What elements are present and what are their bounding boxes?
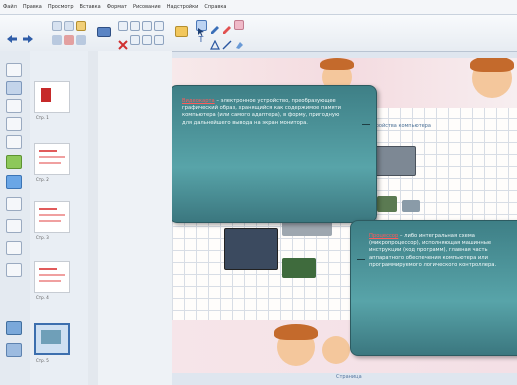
page-thumbnail-3[interactable] [34, 201, 70, 233]
line-tool-icon[interactable] [222, 35, 232, 50]
attachments-icon[interactable] [6, 99, 22, 113]
eraser-icon[interactable] [234, 20, 244, 30]
cartoon-child-head [322, 336, 350, 364]
menu-view[interactable]: Просмотр [48, 4, 74, 10]
thumb-line [39, 280, 61, 282]
slide-canvas[interactable]: Устройства компьютера Видеокарта – элект… [172, 58, 517, 373]
menu-bar: Файл Правка Просмотр Вставка Формат Рисо… [0, 0, 517, 15]
workspace-margin [98, 51, 172, 385]
menu-help[interactable]: Справка [204, 4, 226, 10]
page-next-icon[interactable] [76, 35, 86, 45]
thumb-label: Стр. 1 [36, 115, 49, 120]
callout-marker [362, 124, 370, 125]
footer-label: Страница [336, 374, 362, 380]
shape-tool-icon[interactable] [210, 35, 220, 50]
delete-icon[interactable] [118, 35, 128, 50]
thumb-label: Стр. 2 [36, 177, 49, 182]
fill-tool-icon[interactable] [234, 35, 244, 49]
thumb-image [41, 330, 61, 344]
zoom-icon[interactable] [154, 21, 164, 31]
grid-icon[interactable] [142, 35, 152, 45]
thumb-line [39, 214, 65, 216]
thumb-line [39, 268, 57, 270]
page-sorter-icon[interactable] [6, 63, 22, 77]
table-icon[interactable] [118, 21, 128, 31]
lines-side-icon[interactable] [6, 241, 22, 255]
thumb-line [39, 156, 65, 158]
cartoon-child-hair [320, 58, 354, 70]
forward-arrow-icon[interactable] [22, 28, 34, 43]
open-icon[interactable] [76, 21, 86, 31]
gallery-icon[interactable] [6, 81, 22, 95]
motherboard-image [224, 228, 278, 270]
cartoon-child-hair [470, 58, 514, 72]
blue-tool-icon[interactable] [6, 175, 22, 189]
menu-format[interactable]: Формат [107, 4, 127, 10]
screen-icon[interactable] [97, 27, 111, 37]
callout-marker [357, 259, 365, 260]
select-arrow-icon[interactable] [196, 20, 207, 36]
collapse-side-icon[interactable] [6, 343, 22, 357]
menu-file[interactable]: Файл [3, 4, 17, 10]
page-thumbnail-5-selected[interactable] [34, 323, 70, 355]
properties-icon[interactable] [6, 117, 22, 131]
thumb-line [39, 162, 61, 164]
callout-keyword: Процессор [369, 233, 399, 239]
thumb-line [39, 150, 57, 152]
callout-video-card[interactable]: Видеокарта – электронное устройство, пре… [172, 85, 377, 223]
recorder-icon[interactable] [6, 263, 22, 277]
callout-processor[interactable]: Процессор – либо интегральная схема (мик… [350, 220, 517, 356]
redo-icon[interactable] [64, 21, 74, 31]
chart-icon[interactable] [130, 21, 140, 31]
page-thumbnail-2[interactable] [34, 143, 70, 175]
green-tool-icon[interactable] [6, 155, 22, 169]
page-thumbnails: Стр. 1 Стр. 2 Стр. 3 Стр. 4 Стр. 5 [30, 51, 89, 385]
thumb-label: Стр. 3 [36, 235, 49, 240]
highlighter-icon[interactable] [222, 20, 232, 34]
layout-icon[interactable] [154, 35, 164, 45]
toolbar: T [0, 15, 517, 52]
thumb-label: Стр. 4 [36, 295, 49, 300]
addons-icon[interactable] [6, 135, 22, 149]
memory-image [282, 258, 316, 278]
video-card-image [372, 146, 416, 176]
page-prev-icon[interactable] [52, 35, 62, 45]
page-thumbnail-4[interactable] [34, 261, 70, 293]
page-add-icon[interactable] [64, 35, 74, 45]
settings-side-icon[interactable] [6, 321, 22, 335]
pen-icon[interactable] [210, 20, 220, 34]
thumb-line [39, 208, 57, 210]
menu-edit[interactable]: Правка [23, 4, 42, 10]
thumb-line [39, 274, 65, 276]
thumb-line [39, 220, 61, 222]
pen-side-icon[interactable] [6, 197, 22, 211]
device-image [402, 200, 420, 212]
thumb-image [41, 88, 51, 102]
callout-keyword: Видеокарта [182, 98, 215, 104]
page-thumbnail-1[interactable] [34, 81, 70, 113]
device-image [377, 196, 397, 212]
side-toolbar [0, 51, 31, 385]
undo-icon[interactable] [52, 21, 62, 31]
folder-icon[interactable] [175, 26, 188, 37]
menu-addons[interactable]: Надстройки [167, 4, 199, 10]
menu-insert[interactable]: Вставка [80, 4, 101, 10]
thumb-label: Стр. 5 [36, 358, 49, 363]
crop-icon[interactable] [130, 35, 140, 45]
text-tool-icon[interactable]: T [196, 35, 206, 45]
cartoon-child-hair [274, 324, 318, 340]
back-arrow-icon[interactable] [6, 28, 18, 43]
capture-icon[interactable] [142, 21, 152, 31]
shapes-side-icon[interactable] [6, 219, 22, 233]
menu-draw[interactable]: Рисование [133, 4, 161, 10]
